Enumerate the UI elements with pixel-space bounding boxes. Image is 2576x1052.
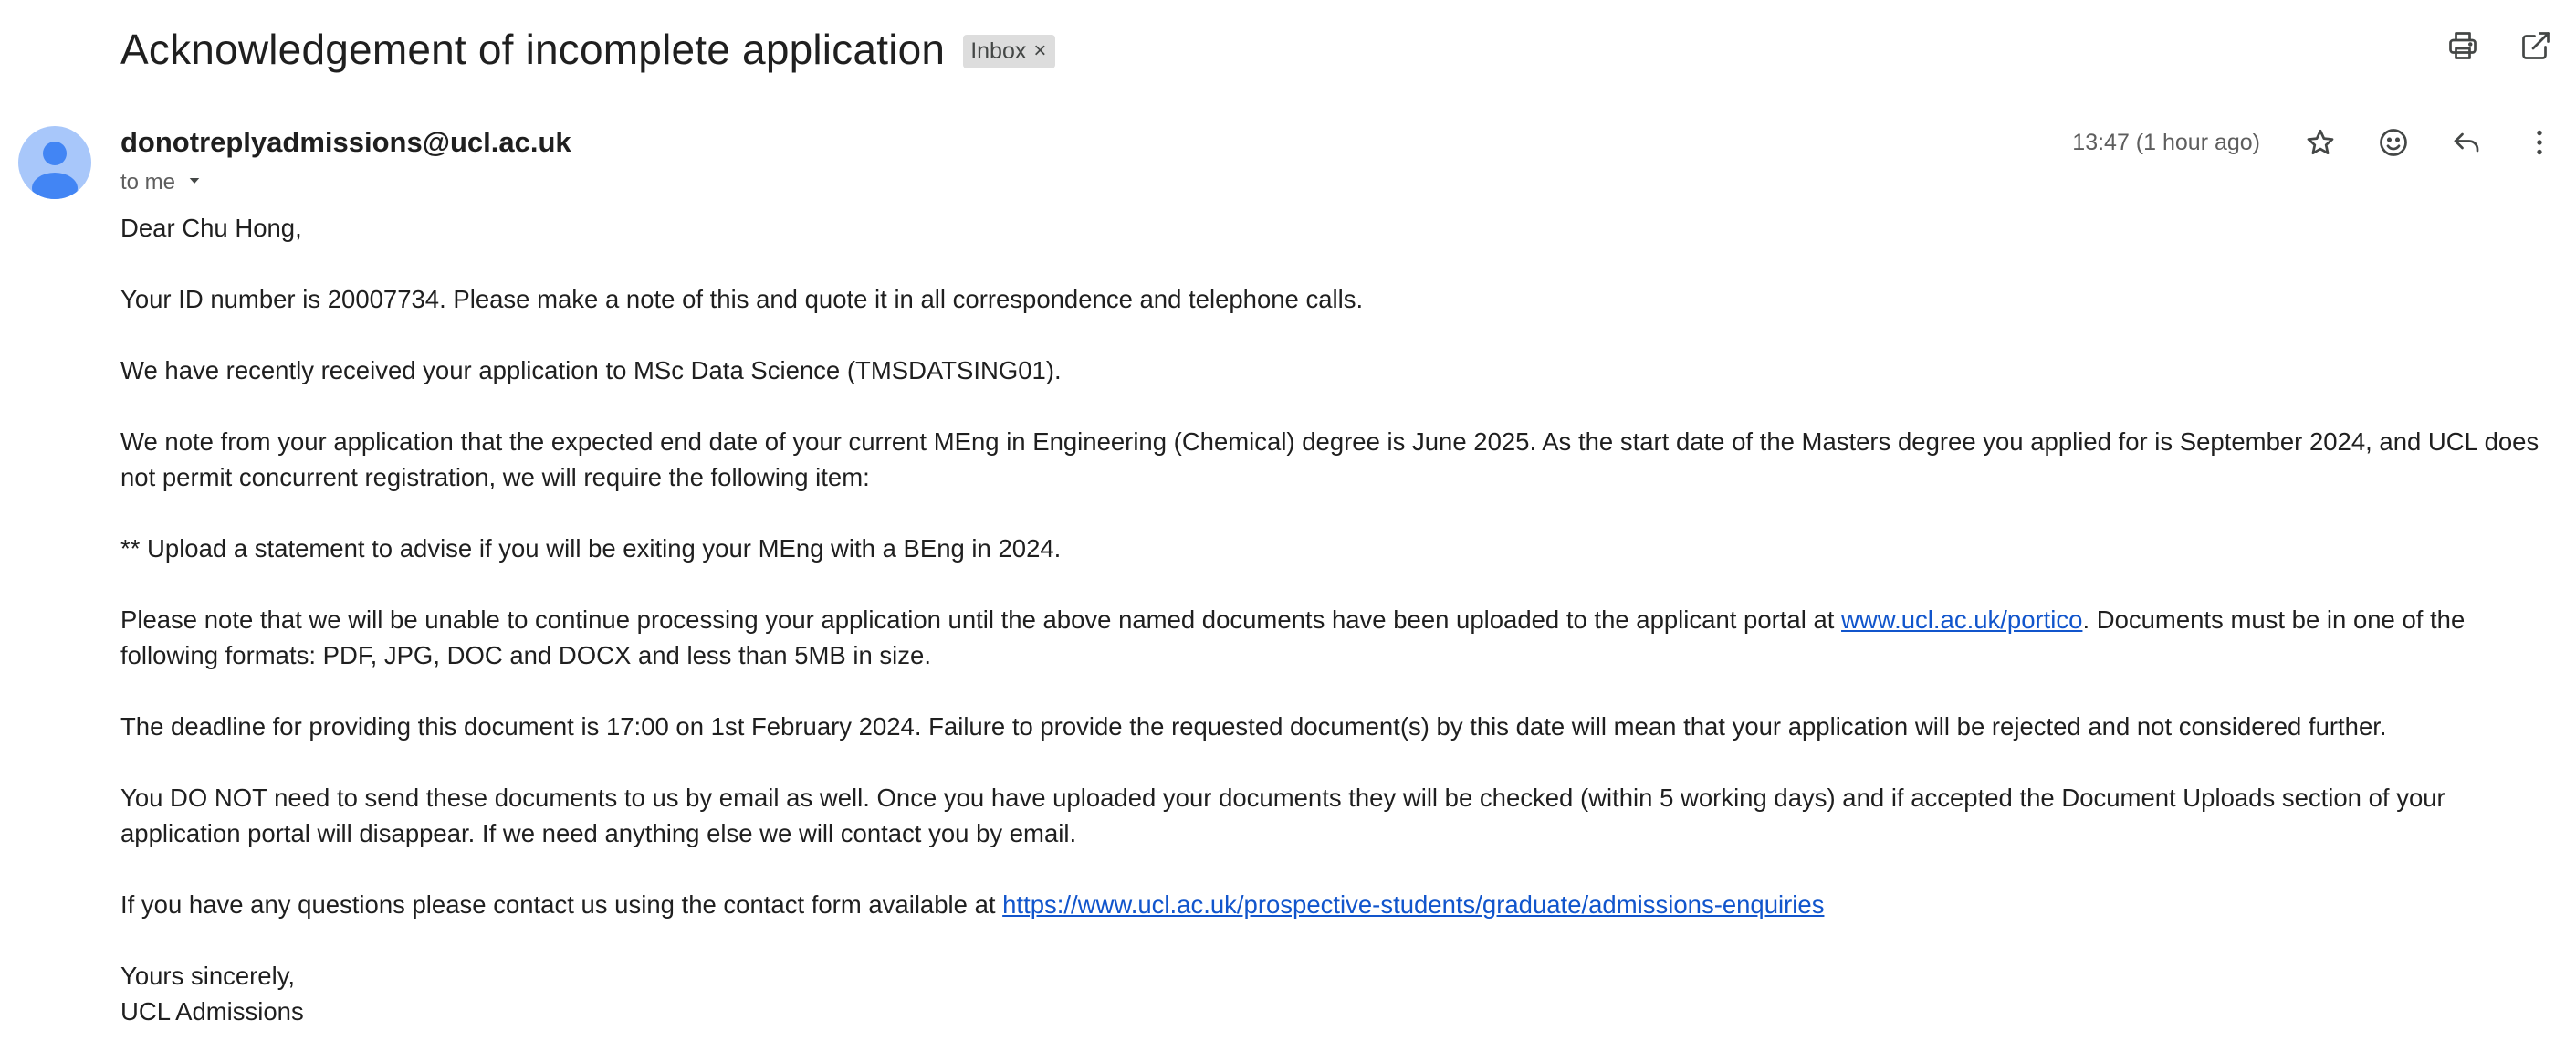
signoff: Yours sincerely, <box>120 962 296 990</box>
paragraph-deadline: The deadline for providing this document… <box>120 712 2387 741</box>
paragraph-id-number: Your ID number is 20007734. Please make … <box>120 285 1364 313</box>
message-timestamp: 13:47 (1 hour ago) <box>2072 129 2260 155</box>
questions-text-before: If you have any questions please contact… <box>120 890 1003 919</box>
reply-icon[interactable] <box>2448 124 2485 161</box>
email-body: Dear Chu Hong, Your ID number is 2000773… <box>120 210 2549 1029</box>
inbox-label-chip[interactable]: Inbox × <box>963 34 1056 68</box>
paragraph-portal: Please note that we will be unable to co… <box>120 602 2549 673</box>
message-actions: 13:47 (1 hour ago) <box>2072 124 2558 161</box>
emoji-reaction-icon[interactable] <box>2375 124 2412 161</box>
signature: UCL Admissions <box>120 997 304 1026</box>
recipient-line: to me <box>120 170 571 195</box>
paragraph-do-not-email: You DO NOT need to send these documents … <box>120 784 2445 847</box>
recipient-text: to me <box>120 170 176 195</box>
open-in-new-window-icon[interactable] <box>2518 27 2554 64</box>
email-subject: Acknowledgement of incomplete applicatio… <box>120 26 946 73</box>
thread-toolbar <box>2445 27 2554 64</box>
portal-text-before: Please note that we will be unable to co… <box>120 605 1842 634</box>
admissions-enquiries-link[interactable]: https://www.ucl.ac.uk/prospective-studen… <box>1002 890 1824 919</box>
print-icon[interactable] <box>2445 27 2481 64</box>
paragraph-concurrent-registration: We note from your application that the e… <box>120 427 2539 491</box>
sender-email[interactable]: donotreplyadmissions@ucl.ac.uk <box>120 126 571 159</box>
paragraph-required-item: ** Upload a statement to advise if you w… <box>120 534 1062 563</box>
more-vert-icon[interactable] <box>2521 124 2558 161</box>
star-icon[interactable] <box>2302 124 2339 161</box>
sender-avatar[interactable] <box>18 126 91 199</box>
label-chip-text: Inbox <box>970 37 1027 64</box>
remove-label-icon[interactable]: × <box>1033 40 1046 62</box>
paragraph-questions: If you have any questions please contact… <box>120 887 2549 922</box>
sender-block: donotreplyadmissions@ucl.ac.uk to me <box>120 126 571 195</box>
person-icon <box>32 142 78 199</box>
portico-link[interactable]: www.ucl.ac.uk/portico <box>1841 605 2082 634</box>
greeting: Dear Chu Hong, <box>120 214 302 242</box>
paragraph-application-received: We have recently received your applicati… <box>120 356 1062 384</box>
subject-row: Acknowledgement of incomplete applicatio… <box>120 20 1056 79</box>
chevron-down-icon[interactable] <box>186 170 203 195</box>
